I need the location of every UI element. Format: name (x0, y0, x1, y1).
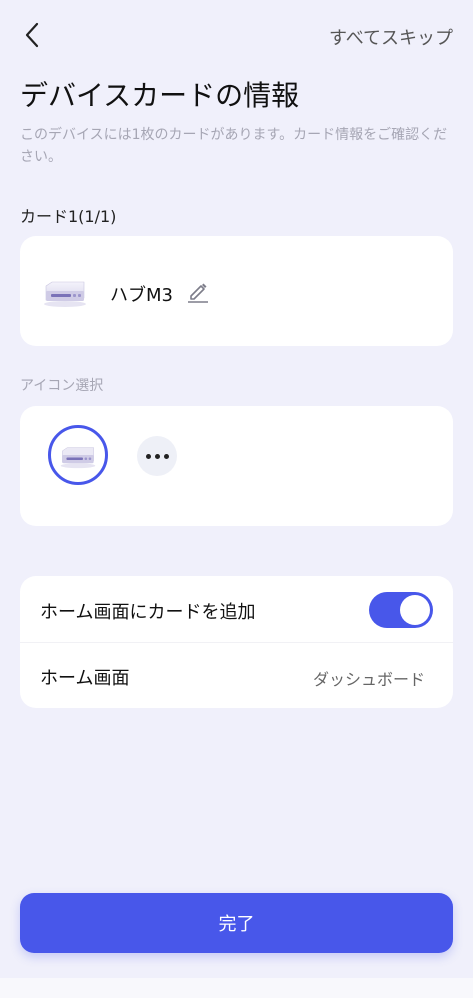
chevron-left-icon (25, 22, 39, 48)
page-title: デバイスカードの情報 (20, 79, 300, 112)
icon-section-label: アイコン選択 (20, 378, 104, 394)
device-card: ハブM3 (20, 236, 453, 346)
icon-selection-card (20, 406, 453, 526)
back-button[interactable] (18, 20, 48, 50)
done-button[interactable]: 完了 (20, 893, 453, 953)
bottom-bar (0, 978, 473, 998)
dot (163, 453, 169, 459)
pencil-icon[interactable] (186, 279, 210, 303)
add-to-home-toggle[interactable] (369, 592, 433, 628)
skip-all-link[interactable]: すべてスキップ (329, 24, 453, 50)
page-description: このデバイスには1枚のカードがあります。カード情報をご確認ください。 (20, 127, 448, 165)
home-screen-row[interactable]: ホーム画面 ダッシュボード (20, 642, 453, 708)
hub-device-icon (44, 281, 86, 307)
device-name: ハブM3 (110, 285, 173, 306)
home-screen-label: ホーム画面 (40, 668, 130, 689)
toggle-knob (400, 595, 430, 625)
dot (145, 453, 151, 459)
dot (154, 453, 160, 459)
settings-card: ホーム画面にカードを追加 ホーム画面 ダッシュボード (20, 576, 453, 708)
icon-option-selected[interactable] (48, 425, 108, 485)
home-screen-value: ダッシュボード (312, 670, 425, 689)
hub-device-icon (60, 447, 96, 469)
add-to-home-row: ホーム画面にカードを追加 (20, 576, 453, 643)
add-to-home-label: ホーム画面にカードを追加 (40, 602, 256, 623)
card-count-label: カード1(1/1) (20, 207, 117, 226)
more-dots-icon[interactable] (137, 436, 177, 476)
